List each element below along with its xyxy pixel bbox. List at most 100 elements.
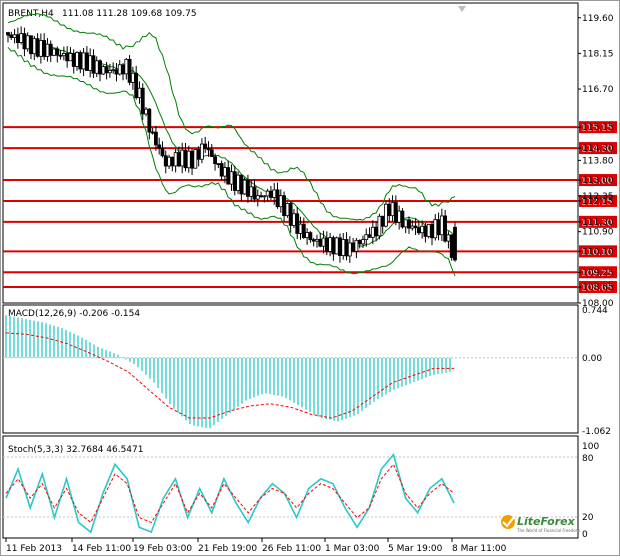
candle-body — [147, 108, 152, 133]
candle-body — [55, 48, 60, 56]
candle-body — [180, 149, 185, 167]
price-axis-label: 110.90 — [582, 228, 614, 238]
candle-body — [29, 35, 33, 55]
candle-body — [239, 174, 244, 195]
candle-body — [25, 35, 30, 50]
candle-body — [232, 171, 237, 191]
candle-body — [308, 232, 313, 241]
candle-body — [229, 171, 234, 185]
candle-body — [338, 237, 342, 256]
time-axis-label: 21 Feb 19:00 — [198, 544, 257, 554]
candle-body — [91, 55, 96, 74]
candle-body — [301, 223, 306, 238]
time-axis-label: 14 Feb 11:00 — [72, 544, 131, 554]
candle-body — [32, 38, 37, 55]
candle-body — [137, 87, 142, 99]
candle-body — [364, 234, 369, 241]
candle-body — [370, 226, 375, 238]
candle-body — [236, 174, 240, 191]
candle-body — [439, 215, 444, 236]
ohlc-readout: 111.08 111.28 109.68 109.75 — [62, 9, 197, 19]
candle-body — [65, 53, 70, 62]
candle-body — [52, 48, 56, 56]
candle-body — [157, 144, 162, 149]
candle-body — [324, 237, 329, 252]
candle-body — [12, 34, 17, 38]
candle-body — [430, 224, 434, 239]
candle-body — [127, 58, 132, 83]
candle-body — [61, 53, 66, 57]
candle-body — [134, 72, 139, 99]
candle-body — [121, 64, 125, 75]
candle-body — [200, 143, 204, 160]
candle-body — [413, 225, 418, 229]
candle-body — [403, 219, 408, 228]
candle-body — [9, 34, 14, 38]
candle-body — [45, 43, 50, 57]
candle-body — [397, 210, 402, 223]
price-axis-label: 115.15 — [582, 123, 614, 133]
candle-body — [285, 203, 290, 217]
candle-body — [186, 150, 191, 169]
candle-body — [124, 58, 129, 75]
candle-body — [252, 186, 257, 200]
candle-body — [410, 225, 415, 229]
candle-body — [196, 149, 201, 160]
candle-body — [446, 234, 451, 242]
candle-body — [6, 32, 10, 36]
candle-body — [216, 163, 221, 166]
logo-text: LiteForex — [517, 515, 576, 528]
time-axis-label: 1 Mar 03:00 — [325, 544, 380, 554]
candle-body — [315, 238, 319, 242]
candle-body — [58, 54, 63, 57]
candle-body — [311, 239, 316, 242]
candle-body — [334, 237, 339, 255]
candle-body — [150, 131, 155, 134]
candle-body — [190, 150, 194, 169]
candle-body — [144, 108, 148, 115]
candle-body — [226, 167, 231, 185]
candle-body — [35, 38, 40, 57]
candle-body — [163, 155, 168, 167]
trading-chart-window[interactable]: BRENT,H4 111.08 111.28 109.68 109.75 115… — [0, 0, 620, 556]
candle-body — [75, 52, 79, 67]
candle-body — [305, 232, 309, 238]
candle-body — [321, 237, 326, 247]
candle-body — [78, 52, 83, 70]
candle-body — [98, 60, 102, 75]
stoch-axis-label-20: 20 — [582, 513, 594, 523]
candle-body — [298, 223, 303, 234]
macd-axis-label-top: 0.744 — [582, 306, 608, 316]
price-axis-label: 113.80 — [582, 156, 614, 166]
macd-axis-label-bottom: -1.062 — [582, 427, 611, 437]
candle-body — [173, 152, 178, 167]
candle-body — [48, 43, 53, 56]
candle-body — [269, 190, 273, 198]
candle-body — [154, 131, 158, 146]
candle-body — [278, 195, 283, 208]
time-axis-label: 19 Feb 03:00 — [133, 544, 192, 554]
stoch-title: Stoch(5,3,3) 32.7684 46.5471 — [8, 445, 143, 455]
price-axis-label: 114.30 — [582, 144, 614, 154]
candle-body — [71, 53, 76, 67]
price-axis-label: 111.30 — [582, 218, 614, 228]
time-axis-label: 11 Feb 2013 — [6, 544, 62, 554]
price-plot-area[interactable] — [2, 2, 579, 304]
candle-body — [265, 190, 270, 197]
candle-body — [209, 149, 214, 158]
price-axis-label: 116.70 — [582, 85, 614, 95]
price-axis-label: 109.25 — [582, 268, 614, 278]
candle-body — [387, 203, 392, 217]
time-axis-label: 26 Feb 11:00 — [262, 544, 321, 554]
candle-body — [344, 239, 349, 257]
candle-body — [318, 238, 323, 247]
candle-body — [81, 52, 86, 70]
candle-body — [84, 52, 89, 71]
candle-body — [223, 167, 227, 177]
candle-body — [354, 239, 359, 252]
time-axis-label: 8 Mar 11:00 — [452, 544, 507, 554]
candle-body — [114, 69, 119, 75]
candle-body — [193, 149, 198, 169]
candle-body — [38, 40, 43, 57]
candle-body — [130, 72, 135, 83]
